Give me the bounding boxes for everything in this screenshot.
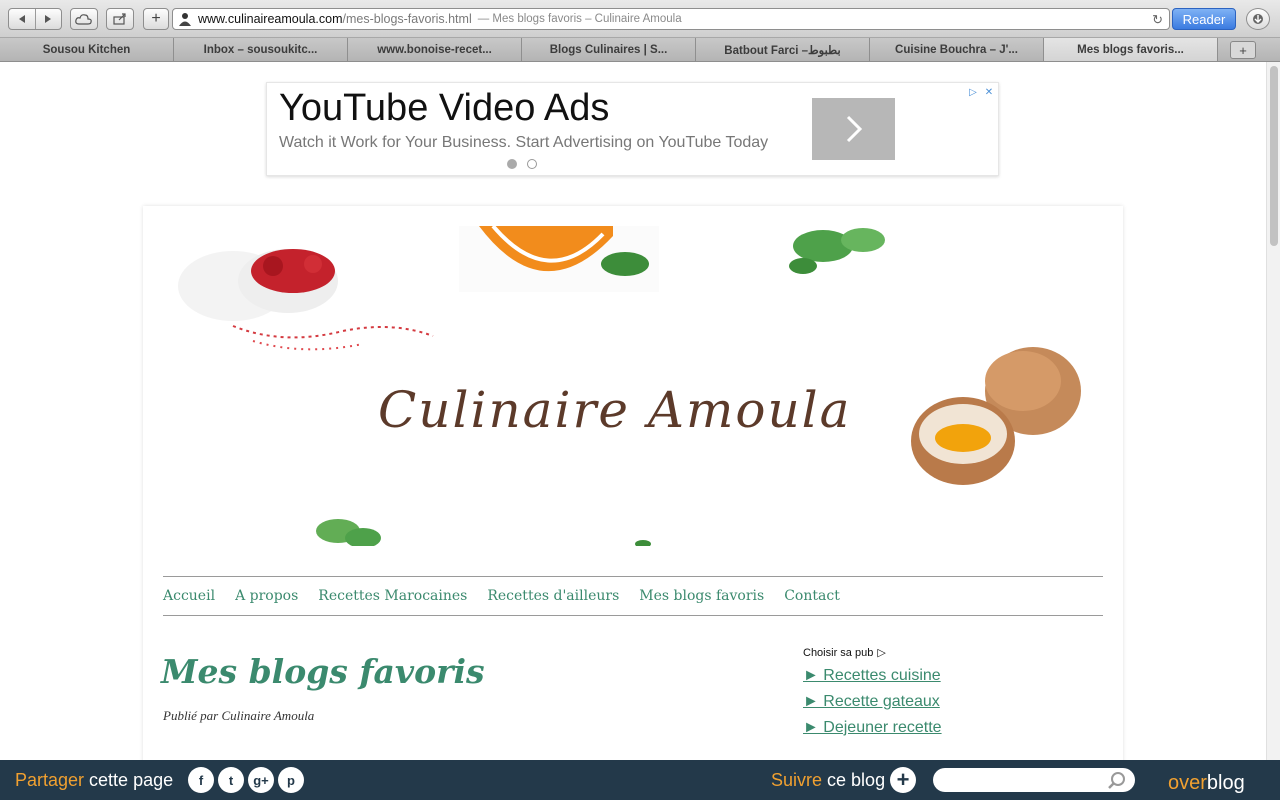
nav-mes-blogs-favoris[interactable]: Mes blogs favoris: [639, 588, 764, 604]
close-icon[interactable]: ✕: [982, 85, 996, 99]
google-plus-icon[interactable]: g+: [248, 767, 274, 793]
downloads-button[interactable]: [1246, 8, 1270, 30]
social-share-buttons: f t g+ p: [188, 767, 304, 793]
follow-highlight: Suivre: [771, 770, 823, 790]
pinterest-icon[interactable]: p: [278, 767, 304, 793]
choose-ad-text: Choisir sa pub: [803, 646, 874, 659]
sidebar-link-dejeuner-recette[interactable]: ► Dejeuner recette: [803, 719, 1103, 737]
follow-blog-label[interactable]: Suivre ce blog: [771, 770, 885, 791]
site-favicon-icon: [179, 13, 191, 26]
new-tab-button[interactable]: +: [143, 8, 169, 30]
add-tab-button[interactable]: +: [1230, 41, 1256, 59]
ad-choices[interactable]: ▷ ✕: [966, 85, 996, 99]
choose-ad-label[interactable]: Choisir sa pub ▷: [803, 646, 1103, 660]
download-icon: [1253, 14, 1263, 24]
follow-plus-icon[interactable]: +: [890, 767, 916, 793]
url-path: /mes-blogs-favoris.html: [342, 12, 472, 26]
main-nav: Accueil A propos Recettes Marocaines Rec…: [163, 576, 1103, 616]
address-bar[interactable]: www.culinaireamoula.com/mes-blogs-favori…: [172, 8, 1170, 30]
sidebar-link-recettes-cuisine[interactable]: ► Recettes cuisine: [803, 667, 1103, 685]
reload-icon[interactable]: ↻: [1152, 12, 1163, 28]
tab-inbox[interactable]: Inbox – sousoukitc...: [174, 38, 348, 61]
adchoices-icon: ▷: [877, 647, 886, 659]
follow-rest: ce blog: [822, 770, 886, 790]
ad-title[interactable]: YouTube Video Ads: [279, 87, 609, 130]
tab-mes-blogs-favoris[interactable]: Mes blogs favoris...: [1044, 38, 1218, 61]
post-meta: Publié par Culinaire Amoula: [163, 708, 315, 723]
tab-blogs-culinaires[interactable]: Blogs Culinaires | S...: [522, 38, 696, 61]
cloud-icon: [75, 14, 92, 25]
blog-card: Culinaire Amoula Accueil A propos Recett…: [143, 206, 1123, 766]
tab-sousou-kitchen[interactable]: Sousou Kitchen: [0, 38, 174, 61]
twitter-icon[interactable]: t: [218, 767, 244, 793]
share-rest: cette page: [84, 770, 174, 790]
browser-toolbar: + www.culinaireamoula.com/mes-blogs-favo…: [0, 0, 1280, 38]
share-button[interactable]: [106, 8, 134, 30]
post-title: Mes blogs favoris: [161, 652, 485, 691]
nav-a-propos[interactable]: A propos: [235, 588, 298, 604]
ad-next-button[interactable]: [812, 98, 895, 160]
sidebar-link-recette-gateaux[interactable]: ► Recette gateaux: [803, 693, 1103, 711]
nav-recettes-marocaines[interactable]: Recettes Marocaines: [318, 588, 467, 604]
tab-cuisine-bouchra[interactable]: Cuisine Bouchra – J'...: [870, 38, 1044, 61]
tab-batbout-farci[interactable]: Batbout Farci –بطبوط: [696, 38, 870, 61]
ad-dot-active[interactable]: [507, 159, 517, 169]
scrollbar-thumb[interactable]: [1270, 66, 1278, 246]
ad-carousel-dots: [507, 159, 537, 169]
ad-dot[interactable]: [527, 159, 537, 169]
plus-icon: +: [151, 10, 161, 27]
reader-button[interactable]: Reader: [1172, 8, 1236, 30]
overblog-logo[interactable]: overblog: [1168, 772, 1245, 795]
nav-buttons: [8, 8, 62, 30]
nav-accueil[interactable]: Accueil: [163, 588, 215, 604]
icloud-button[interactable]: [70, 8, 98, 30]
page-scrollbar[interactable]: [1266, 62, 1280, 760]
search-input[interactable]: [933, 768, 1135, 792]
back-button[interactable]: [9, 9, 35, 29]
chevron-right-icon: [846, 115, 862, 143]
nav-contact[interactable]: Contact: [784, 588, 840, 604]
tab-bonoise[interactable]: www.bonoise-recet...: [348, 38, 522, 61]
brand-rest: blog: [1206, 772, 1245, 794]
url-host: www.culinaireamoula.com: [198, 12, 343, 26]
youtube-ad[interactable]: YouTube Video Ads Watch it Work for Your…: [266, 82, 999, 176]
tab-bar: Sousou Kitchen Inbox – sousoukitc... www…: [0, 38, 1280, 62]
share-icon: [113, 13, 126, 25]
overblog-bottom-bar: Partager cette page f t g+ p Suivre ce b…: [0, 760, 1280, 800]
url-page-title: — Mes blogs favoris – Culinaire Amoula: [477, 13, 682, 25]
ad-description: Watch it Work for Your Business. Start A…: [279, 134, 769, 151]
brand-highlight: over: [1168, 772, 1207, 794]
search-icon[interactable]: [1108, 772, 1126, 790]
nav-recettes-dailleurs[interactable]: Recettes d'ailleurs: [487, 588, 619, 604]
forward-button[interactable]: [34, 9, 61, 29]
banner-title[interactable]: Culinaire Amoula: [378, 381, 851, 439]
share-page-label[interactable]: Partager cette page: [15, 770, 173, 791]
sidebar: Choisir sa pub ▷ ► Recettes cuisine ► Re…: [803, 646, 1103, 737]
adchoices-icon[interactable]: ▷: [966, 85, 980, 99]
blog-banner[interactable]: Culinaire Amoula: [163, 226, 1103, 546]
facebook-icon[interactable]: f: [188, 767, 214, 793]
share-highlight: Partager: [15, 770, 85, 790]
